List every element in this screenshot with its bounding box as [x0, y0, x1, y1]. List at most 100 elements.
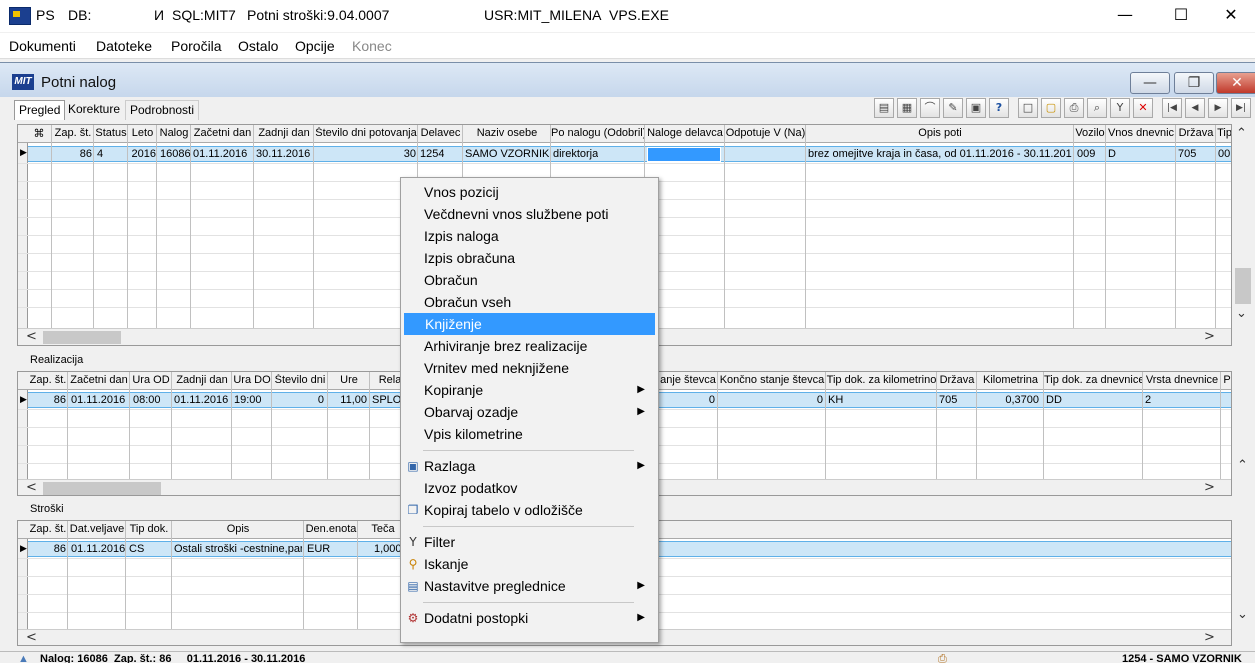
col-header[interactable]: Tip dok. — [126, 523, 172, 535]
col-header[interactable]: Ure — [328, 374, 370, 386]
cell-tecaj[interactable]: 1,000 — [374, 543, 402, 555]
filter-icon[interactable]: Y — [1110, 98, 1130, 118]
maximize-button[interactable]: ☐ — [1158, 0, 1204, 32]
cell-zadnji-dan[interactable]: 30.11.2016 — [256, 148, 310, 160]
cell-tip-dok-km[interactable]: KH — [828, 394, 843, 406]
menu-item-obracun[interactable]: Obračun — [403, 269, 655, 291]
next-record-icon[interactable]: ▶ — [1208, 98, 1228, 118]
scroll-down-icon[interactable]: ⌄ — [1237, 607, 1248, 622]
menu-konec[interactable]: Konec — [352, 38, 392, 54]
tab-podrobnosti[interactable]: Podrobnosti — [125, 100, 200, 120]
menu-ostalo[interactable]: Ostalo — [238, 38, 278, 54]
scroll-down-icon[interactable]: ⌄ — [1236, 306, 1247, 321]
cell-stevilo-dni[interactable]: 0 — [272, 394, 324, 406]
col-header[interactable]: Nalog — [157, 127, 191, 139]
attach-icon[interactable]: ⌒ — [920, 98, 940, 118]
tab-korekture[interactable]: Korekture — [64, 100, 124, 120]
scrollbar-thumb[interactable] — [43, 482, 161, 495]
menu-item-iskanje[interactable]: ⚲ Iskanje — [403, 553, 655, 575]
menu-item-kopiraj-tabelo[interactable]: ❐ Kopiraj tabelo v odložišče — [403, 499, 655, 521]
cell-opis-poti[interactable]: brez omejitve kraja in časa, od 01.11.20… — [808, 148, 1072, 160]
cell-delavec[interactable]: 1254 — [420, 148, 444, 160]
cell-naloge-delavca-edit[interactable] — [647, 147, 721, 162]
col-header[interactable]: P — [1221, 374, 1231, 386]
scroll-left-icon[interactable]: < — [26, 630, 37, 645]
cell-nalog[interactable]: 16086 — [160, 148, 191, 160]
col-header[interactable]: Den.enota — [304, 523, 358, 535]
menu-item-izpis-naloga[interactable]: Izpis naloga — [403, 225, 655, 247]
cell-status[interactable]: 4 — [97, 148, 103, 160]
col-header[interactable]: anje števca — [658, 374, 718, 386]
menu-opcije[interactable]: Opcije — [295, 38, 335, 54]
cell-leto[interactable]: 2016 — [128, 148, 156, 160]
scroll-up-icon[interactable]: ⌃ — [1237, 458, 1248, 473]
menu-porocila[interactable]: Poročila — [171, 38, 222, 54]
col-header[interactable]: Tip — [1216, 127, 1231, 139]
col-header[interactable]: Opis poti — [806, 127, 1074, 139]
cell-koncno-stanje[interactable]: 0 — [718, 394, 823, 406]
col-header[interactable]: Zap. št. — [52, 127, 94, 139]
cell-po-nalogu[interactable]: direktorja — [553, 148, 598, 160]
menu-item-obarvaj-ozadje[interactable]: Obarvaj ozadje ▶ — [403, 401, 655, 423]
previous-record-icon[interactable]: ◀ — [1185, 98, 1205, 118]
col-header[interactable]: Zadnji dan — [254, 127, 314, 139]
menu-item-filter[interactable]: Y Filter — [403, 531, 655, 553]
scrollbar-thumb[interactable] — [1235, 268, 1251, 304]
col-header[interactable]: Ura DO — [232, 374, 272, 386]
edit-icon[interactable]: ✎ — [943, 98, 963, 118]
menu-item-dodatni-postopki[interactable]: ⚙ Dodatni postopki ▶ — [403, 607, 655, 629]
menu-item-razlaga[interactable]: ▣ Razlaga ▶ — [403, 455, 655, 477]
menu-item-izvoz-podatkov[interactable]: Izvoz podatkov — [403, 477, 655, 499]
menu-item-vecdnevni-vnos[interactable]: Večdnevni vnos službene poti — [403, 203, 655, 225]
vertical-scrollbar[interactable]: ⌃ ⌄ — [1232, 124, 1254, 327]
col-header[interactable]: Zadnji dan — [172, 374, 232, 386]
cell-tip[interactable]: 00 — [1218, 148, 1230, 160]
col-header[interactable]: Vnos dnevnic — [1106, 127, 1176, 139]
col-header[interactable]: Delavec — [418, 127, 463, 139]
cell-vozilo[interactable]: 009 — [1077, 148, 1095, 160]
col-header[interactable]: Zap. št. — [28, 523, 68, 535]
col-header[interactable]: Zap. št. — [28, 374, 68, 386]
col-header[interactable]: Dat.veljave — [68, 523, 126, 535]
menu-dokumenti[interactable]: Dokumenti — [9, 38, 76, 54]
cell-zap-st[interactable]: 86 — [52, 148, 92, 160]
menu-item-vnos-pozicij[interactable]: Vnos pozicij — [403, 181, 655, 203]
col-header[interactable]: Število dni potovanja — [314, 127, 418, 139]
cell-kilometrina[interactable]: 0,3700 — [977, 394, 1039, 406]
col-header[interactable]: Opis — [172, 523, 304, 535]
col-header[interactable]: Odpotuje V (Na) — [725, 127, 806, 139]
col-header[interactable]: Začetni dan — [68, 374, 130, 386]
cell-zacetno-stanje[interactable]: 0 — [658, 394, 715, 406]
col-header[interactable]: Končno stanje števca — [718, 374, 826, 386]
scrollbar-thumb[interactable] — [43, 331, 121, 344]
cell-tip-dok[interactable]: CS — [129, 543, 144, 555]
scroll-left-icon[interactable]: < — [26, 329, 37, 344]
menu-item-knjizenje[interactable]: Knjiženje — [404, 313, 655, 335]
cell-vnos-dnevnic[interactable]: D — [1108, 148, 1116, 160]
first-record-icon[interactable]: |◀ — [1162, 98, 1182, 118]
menu-item-izpis-obracuna[interactable]: Izpis obračuna — [403, 247, 655, 269]
scroll-right-icon[interactable]: > — [1204, 480, 1215, 495]
minimize-button[interactable]: — — [1102, 0, 1148, 32]
scroll-left-icon[interactable]: < — [26, 480, 37, 495]
print-icon[interactable]: ⎙ — [1064, 98, 1084, 118]
cell-tip-dok-dnevnice[interactable]: DD — [1046, 394, 1062, 406]
scroll-right-icon[interactable]: > — [1204, 630, 1215, 645]
scroll-up-icon[interactable]: ⌃ — [1236, 126, 1247, 141]
col-header[interactable]: Država — [1176, 127, 1216, 139]
col-header[interactable]: Začetni dan — [191, 127, 254, 139]
cell-zap-st[interactable]: 86 — [28, 543, 66, 555]
menu-item-vrnitev[interactable]: Vrnitev med neknjižene — [403, 357, 655, 379]
col-header[interactable]: Ura OD — [130, 374, 172, 386]
cell-drzava[interactable]: 705 — [939, 394, 957, 406]
close-button[interactable]: ✕ — [1208, 0, 1254, 32]
inner-restore-button[interactable]: ❐ — [1174, 72, 1214, 94]
cell-ura-do[interactable]: 19:00 — [234, 394, 262, 406]
col-header[interactable]: Leto — [128, 127, 157, 139]
menu-item-obracun-vseh[interactable]: Obračun vseh — [403, 291, 655, 313]
col-header[interactable]: Vrsta dnevnice — [1143, 374, 1221, 386]
col-header[interactable]: Država — [937, 374, 977, 386]
open-folder-icon[interactable]: ▢ — [1041, 98, 1061, 118]
menu-item-nastavitve-preglednice[interactable]: ▤ Nastavitve preglednice ▶ — [403, 575, 655, 597]
cell-dat-veljave[interactable]: 01.11.2016 — [71, 543, 125, 555]
